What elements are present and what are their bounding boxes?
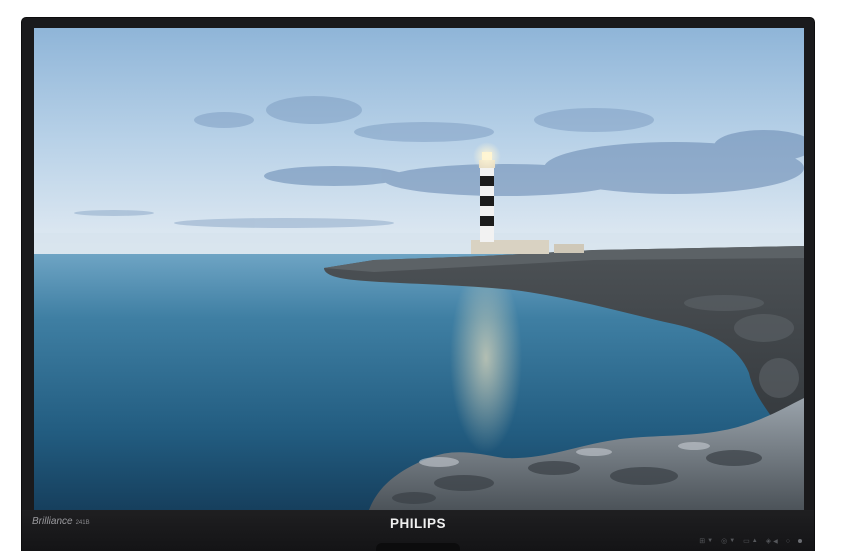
menu-button[interactable]: ◎ ▼ xyxy=(721,537,735,545)
monitor-controls: ⊞ ▼ ◎ ▼ ▭ ▲ ◈ ◀ ○ xyxy=(699,537,802,545)
input-icon: ⊞ xyxy=(699,538,706,545)
brand-logo: PHILIPS xyxy=(389,516,446,531)
power-button-icon[interactable] xyxy=(798,539,802,543)
preset-button-label: ▲ xyxy=(751,538,758,544)
power-saving-button-label: ◀ xyxy=(773,538,778,545)
input-button[interactable]: ⊞ ▼ xyxy=(699,537,713,545)
settings-icon: ○ xyxy=(785,537,790,545)
stand-notch xyxy=(376,543,460,551)
lighthouse-landscape-image xyxy=(34,28,804,510)
preset-icon: ▭ xyxy=(743,538,750,545)
monitor-screen xyxy=(34,28,804,510)
menu-icon: ◎ xyxy=(721,538,728,545)
preset-button[interactable]: ▭ ▲ xyxy=(743,537,758,545)
power-saving-icon: ◈ xyxy=(765,538,772,545)
power-saving-button[interactable]: ◈ ◀ xyxy=(766,537,778,545)
settings-button[interactable]: ○ xyxy=(786,538,790,545)
monitor-bezel: Brilliance 241B PHILIPS ⊞ ▼ ◎ ▼ ▭ ▲ ◈ ◀ ○ xyxy=(22,510,814,551)
monitor: Brilliance 241B PHILIPS ⊞ ▼ ◎ ▼ ▭ ▲ ◈ ◀ ○ xyxy=(22,18,814,551)
input-button-label: ▼ xyxy=(707,538,714,544)
menu-button-label: ▼ xyxy=(729,538,736,544)
